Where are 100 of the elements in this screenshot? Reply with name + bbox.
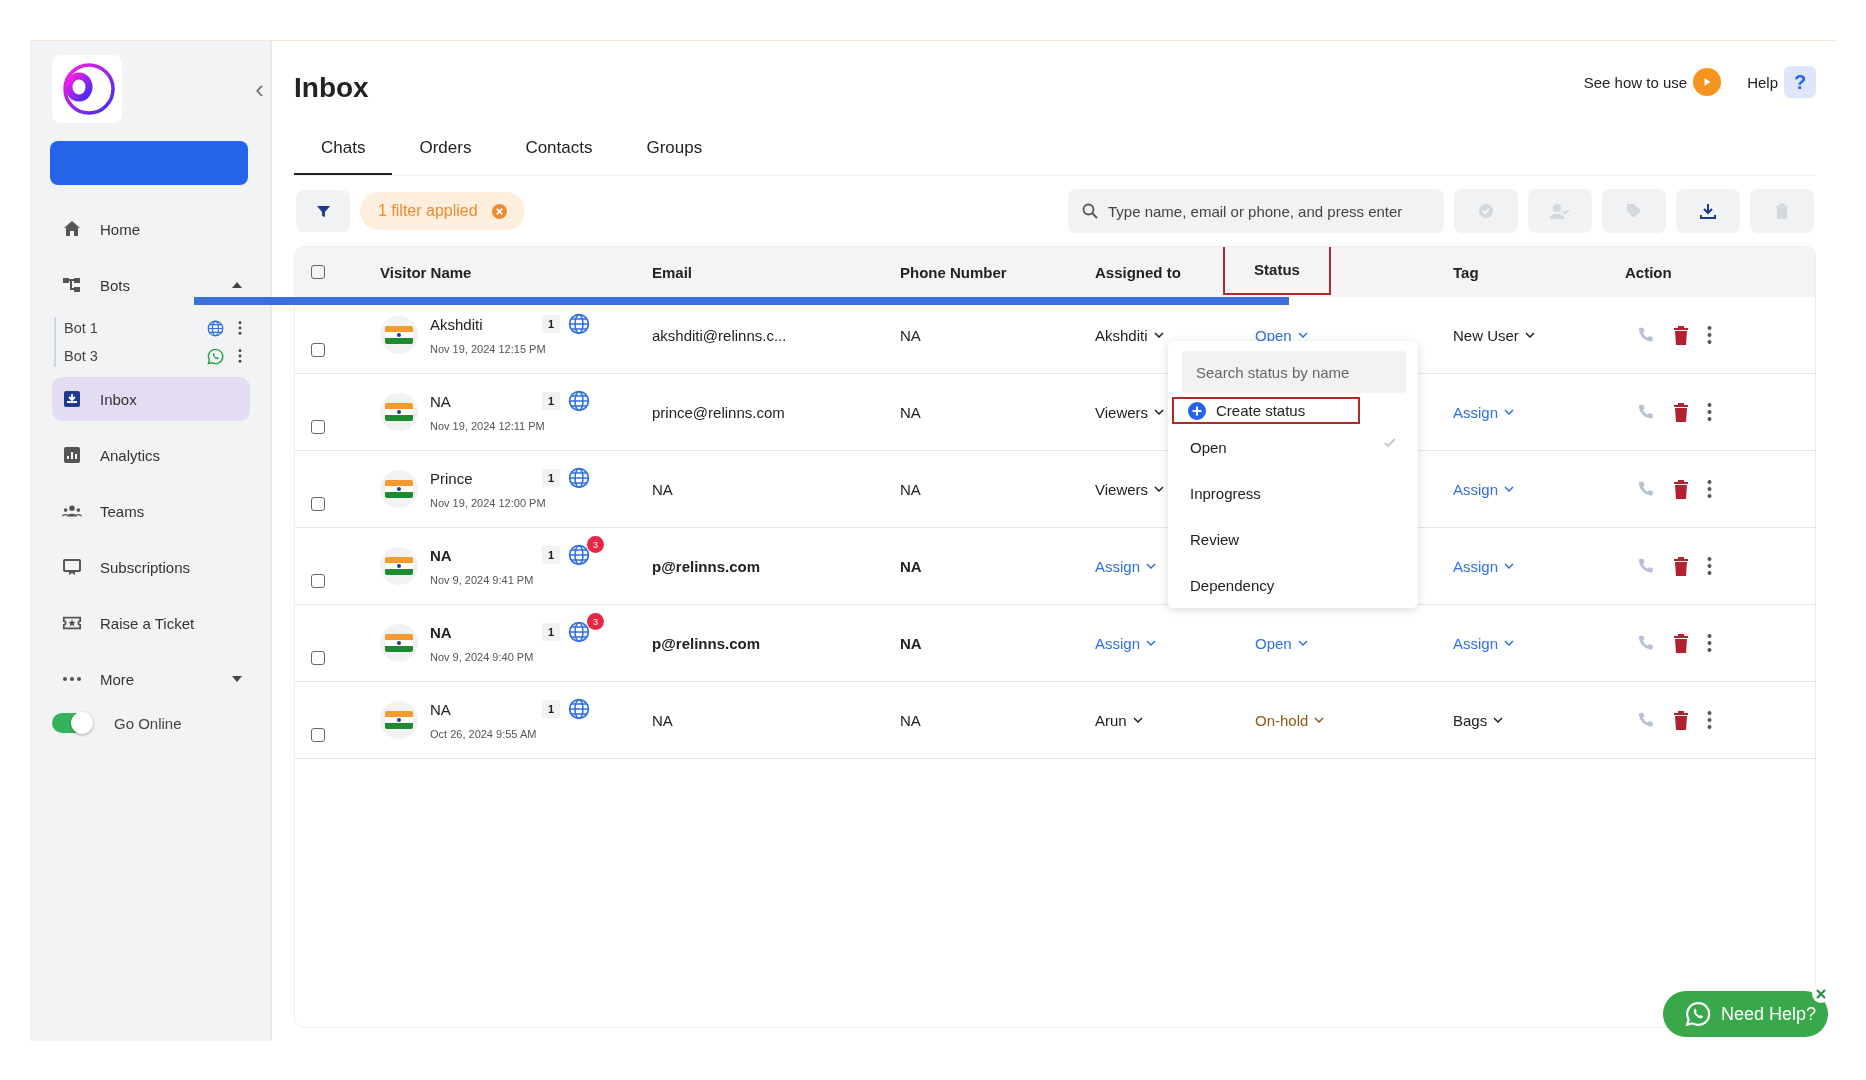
checkbox[interactable]	[311, 497, 325, 511]
trash-icon[interactable]	[1673, 633, 1689, 653]
tag-dropdown[interactable]: Assign	[1453, 634, 1515, 652]
assignee-dropdown[interactable]: Akshditi	[1095, 326, 1164, 344]
menu-option[interactable]: Open	[1172, 424, 1406, 470]
toggle-switch[interactable]	[52, 713, 92, 733]
trash-icon[interactable]	[1673, 325, 1689, 345]
chevron-icon	[1132, 717, 1143, 723]
kebab-icon[interactable]	[238, 349, 242, 363]
checkbox[interactable]	[311, 728, 325, 742]
trash-icon[interactable]	[1673, 556, 1689, 576]
tag-dropdown[interactable]: Assign	[1453, 480, 1515, 498]
more-icon	[62, 677, 82, 681]
whatsapp-icon	[1684, 1001, 1711, 1027]
download-button[interactable]	[1676, 189, 1740, 233]
inbox-icon	[62, 389, 82, 409]
tab[interactable]: Orders	[392, 123, 499, 175]
assignee-dropdown[interactable]: Assign	[1095, 634, 1157, 652]
tag-dropdown[interactable]: Assign	[1453, 557, 1515, 575]
nav-item[interactable]: Bots	[52, 263, 250, 307]
chevron-icon	[1146, 563, 1157, 569]
checkbox[interactable]	[311, 420, 325, 434]
nav-item[interactable]: Teams	[52, 489, 250, 533]
menu-option[interactable]: Review	[1172, 516, 1406, 562]
timestamp: Oct 26, 2024 9:55 AM	[430, 727, 538, 740]
tab[interactable]: Chats	[294, 123, 393, 175]
globe-icon	[568, 698, 591, 720]
status-dropdown[interactable]: Open	[1255, 326, 1308, 344]
chevron-icon	[1524, 332, 1535, 338]
tag-dropdown[interactable]: New User	[1453, 326, 1535, 344]
assignee-dropdown[interactable]: Viewers	[1095, 403, 1165, 421]
checkbox[interactable]	[311, 343, 325, 357]
tab[interactable]: Contacts	[498, 123, 620, 175]
kebab-icon[interactable]	[1707, 711, 1712, 729]
menu-option[interactable]: Dependency	[1172, 562, 1406, 608]
visitor-name: NA	[430, 392, 452, 410]
nav-item[interactable]: Inbox	[52, 377, 250, 421]
chevron-icon	[1297, 640, 1308, 646]
kebab-icon[interactable]	[1707, 480, 1712, 498]
assignee-dropdown[interactable]: Assign	[1095, 557, 1157, 575]
checkbox[interactable]	[311, 651, 325, 665]
tag-dropdown[interactable]: Assign	[1453, 403, 1515, 421]
filter-button[interactable]	[296, 190, 350, 232]
help-button[interactable]: ?	[1784, 66, 1816, 98]
timestamp: Nov 9, 2024 9:40 PM	[430, 650, 535, 663]
nav-item[interactable]: More	[52, 657, 250, 701]
tab[interactable]: Groups	[619, 123, 730, 175]
search-field[interactable]: Search status by name	[1182, 351, 1406, 393]
column-header: Assigned to	[1095, 263, 1182, 281]
chevron-icon	[1504, 409, 1515, 415]
status-dropdown[interactable]: On-hold	[1255, 711, 1325, 729]
flag-icon	[380, 316, 418, 354]
chevron-icon	[1153, 332, 1164, 338]
menu-option[interactable]: Inprogress	[1172, 470, 1406, 516]
tag-dropdown[interactable]: Bags	[1453, 711, 1504, 729]
flag-icon	[380, 393, 418, 431]
count-badge: 1	[542, 546, 561, 564]
table-cell-text: p@relinns.com	[652, 557, 761, 575]
hierarchy-icon	[62, 275, 82, 295]
create-status-button[interactable]: Create status	[1172, 397, 1360, 424]
nav-item[interactable]: Home	[52, 207, 250, 251]
kebab-icon[interactable]	[1707, 634, 1712, 652]
trash-icon[interactable]	[1673, 710, 1689, 730]
chevron-icon	[1504, 563, 1515, 569]
chevron-icon	[1297, 332, 1308, 338]
bot-item[interactable]: Bot 3	[64, 348, 199, 364]
globe-icon	[568, 467, 591, 489]
kebab-icon[interactable]	[1707, 557, 1712, 575]
bot-item[interactable]: Bot 1	[64, 320, 199, 336]
filter-icon	[315, 203, 331, 219]
collapse-button[interactable]: ‹	[255, 73, 264, 105]
column-header: Tag	[1453, 263, 1480, 281]
filter-chip: 1 filter applied	[360, 192, 525, 230]
toggle-label: Go Online	[114, 714, 182, 732]
kebab-icon[interactable]	[1707, 326, 1712, 344]
table-cell-text: prince@relinns.com	[652, 403, 786, 421]
nav-item[interactable]: Analytics	[52, 433, 250, 477]
chevron-icon	[1504, 640, 1515, 646]
column-header: Email	[652, 263, 694, 281]
assignee-dropdown[interactable]: Arun	[1095, 711, 1143, 729]
trash-icon[interactable]	[1673, 479, 1689, 499]
table-cell-text: NA	[900, 326, 922, 344]
page-title: Inbox	[294, 72, 369, 104]
nav-item[interactable]: Raise a Ticket	[52, 601, 250, 645]
assignee-dropdown[interactable]: Viewers	[1095, 480, 1165, 498]
nav-item[interactable]: Subscriptions	[52, 545, 250, 589]
checkbox[interactable]	[311, 265, 325, 279]
check-circle-icon	[1478, 203, 1494, 219]
help-link[interactable]: Help	[1747, 73, 1778, 91]
trash-icon[interactable]	[1673, 402, 1689, 422]
globe-icon	[207, 319, 224, 337]
kebab-icon[interactable]	[238, 321, 242, 335]
home-icon	[62, 219, 82, 239]
status-dropdown[interactable]: Open	[1255, 634, 1308, 652]
checkbox[interactable]	[311, 574, 325, 588]
plus-icon	[1188, 401, 1206, 420]
kebab-icon[interactable]	[1707, 403, 1712, 421]
guide-link[interactable]: See how to use	[1583, 73, 1688, 91]
monitor-icon	[62, 557, 82, 577]
search-field[interactable]: Type name, email or phone, and press enter	[1068, 189, 1444, 233]
